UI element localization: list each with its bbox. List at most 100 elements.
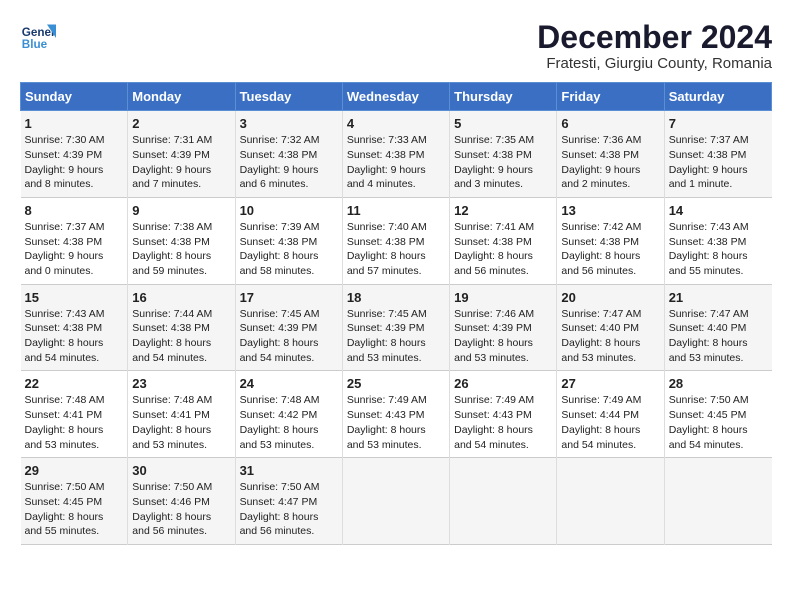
day-info: Sunrise: 7:45 AMSunset: 4:39 PMDaylight:… bbox=[240, 307, 338, 366]
calendar-cell bbox=[664, 458, 771, 545]
week-row-4: 22 Sunrise: 7:48 AMSunset: 4:41 PMDayligh… bbox=[21, 371, 772, 458]
day-number: 18 bbox=[347, 290, 445, 305]
calendar-cell: 14 Sunrise: 7:43 AMSunset: 4:38 PMDayligh… bbox=[664, 197, 771, 284]
calendar-cell: 25 Sunrise: 7:49 AMSunset: 4:43 PMDayligh… bbox=[342, 371, 449, 458]
day-number: 4 bbox=[347, 116, 445, 131]
week-row-3: 15 Sunrise: 7:43 AMSunset: 4:38 PMDayligh… bbox=[21, 284, 772, 371]
week-row-1: 1Sunrise: 7:30 AMSunset: 4:39 PMDaylight… bbox=[21, 111, 772, 198]
day-number: 28 bbox=[669, 376, 768, 391]
day-number: 21 bbox=[669, 290, 768, 305]
calendar-cell: 30 Sunrise: 7:50 AMSunset: 4:46 PMDayligh… bbox=[128, 458, 235, 545]
day-info: Sunrise: 7:49 AMSunset: 4:43 PMDaylight:… bbox=[347, 393, 445, 452]
calendar-cell: 5 Sunrise: 7:35 AMSunset: 4:38 PMDaylight… bbox=[450, 111, 557, 198]
day-info: Sunrise: 7:48 AMSunset: 4:41 PMDaylight:… bbox=[25, 393, 124, 452]
day-info: Sunrise: 7:30 AMSunset: 4:39 PMDaylight:… bbox=[25, 133, 124, 192]
day-info: Sunrise: 7:46 AMSunset: 4:39 PMDaylight:… bbox=[454, 307, 552, 366]
calendar-cell: 21 Sunrise: 7:47 AMSunset: 4:40 PMDayligh… bbox=[664, 284, 771, 371]
day-info: Sunrise: 7:37 AMSunset: 4:38 PMDaylight:… bbox=[669, 133, 768, 192]
week-row-5: 29 Sunrise: 7:50 AMSunset: 4:45 PMDayligh… bbox=[21, 458, 772, 545]
day-number: 31 bbox=[240, 463, 338, 478]
day-number: 11 bbox=[347, 203, 445, 218]
calendar-cell: 1Sunrise: 7:30 AMSunset: 4:39 PMDaylight… bbox=[21, 111, 128, 198]
day-number: 24 bbox=[240, 376, 338, 391]
day-number: 16 bbox=[132, 290, 230, 305]
calendar-cell: 27 Sunrise: 7:49 AMSunset: 4:44 PMDayligh… bbox=[557, 371, 664, 458]
calendar-cell: 29 Sunrise: 7:50 AMSunset: 4:45 PMDayligh… bbox=[21, 458, 128, 545]
calendar-cell: 13 Sunrise: 7:42 AMSunset: 4:38 PMDayligh… bbox=[557, 197, 664, 284]
day-number: 10 bbox=[240, 203, 338, 218]
day-number: 15 bbox=[25, 290, 124, 305]
day-number: 17 bbox=[240, 290, 338, 305]
calendar-cell: 18 Sunrise: 7:45 AMSunset: 4:39 PMDayligh… bbox=[342, 284, 449, 371]
calendar-cell: 7 Sunrise: 7:37 AMSunset: 4:38 PMDaylight… bbox=[664, 111, 771, 198]
day-number: 5 bbox=[454, 116, 552, 131]
day-number: 13 bbox=[561, 203, 659, 218]
calendar-cell: 2 Sunrise: 7:31 AMSunset: 4:39 PMDaylight… bbox=[128, 111, 235, 198]
day-info: Sunrise: 7:48 AMSunset: 4:41 PMDaylight:… bbox=[132, 393, 230, 452]
weekday-header-sunday: Sunday bbox=[21, 83, 128, 111]
day-number: 2 bbox=[132, 116, 230, 131]
calendar-cell: 17 Sunrise: 7:45 AMSunset: 4:39 PMDayligh… bbox=[235, 284, 342, 371]
calendar-cell bbox=[342, 458, 449, 545]
day-number: 8 bbox=[25, 203, 124, 218]
day-info: Sunrise: 7:49 AMSunset: 4:43 PMDaylight:… bbox=[454, 393, 552, 452]
day-info: Sunrise: 7:43 AMSunset: 4:38 PMDaylight:… bbox=[669, 220, 768, 279]
calendar-cell: 8 Sunrise: 7:37 AMSunset: 4:38 PMDaylight… bbox=[21, 197, 128, 284]
day-info: Sunrise: 7:42 AMSunset: 4:38 PMDaylight:… bbox=[561, 220, 659, 279]
calendar-cell: 20 Sunrise: 7:47 AMSunset: 4:40 PMDayligh… bbox=[557, 284, 664, 371]
weekday-header-wednesday: Wednesday bbox=[342, 83, 449, 111]
calendar-cell: 6Sunrise: 7:36 AMSunset: 4:38 PMDaylight… bbox=[557, 111, 664, 198]
calendar-cell: 4 Sunrise: 7:33 AMSunset: 4:38 PMDaylight… bbox=[342, 111, 449, 198]
day-number: 14 bbox=[669, 203, 768, 218]
weekday-header-thursday: Thursday bbox=[450, 83, 557, 111]
calendar-cell: 9Sunrise: 7:38 AMSunset: 4:38 PMDaylight… bbox=[128, 197, 235, 284]
day-info: Sunrise: 7:45 AMSunset: 4:39 PMDaylight:… bbox=[347, 307, 445, 366]
day-number: 23 bbox=[132, 376, 230, 391]
weekday-header-row: SundayMondayTuesdayWednesdayThursdayFrid… bbox=[21, 83, 772, 111]
day-number: 20 bbox=[561, 290, 659, 305]
day-number: 12 bbox=[454, 203, 552, 218]
weekday-header-monday: Monday bbox=[128, 83, 235, 111]
day-number: 3 bbox=[240, 116, 338, 131]
calendar-cell: 26Sunrise: 7:49 AMSunset: 4:43 PMDayligh… bbox=[450, 371, 557, 458]
day-number: 22 bbox=[25, 376, 124, 391]
day-info: Sunrise: 7:39 AMSunset: 4:38 PMDaylight:… bbox=[240, 220, 338, 279]
day-number: 27 bbox=[561, 376, 659, 391]
weekday-header-friday: Friday bbox=[557, 83, 664, 111]
logo: General Blue bbox=[20, 20, 56, 56]
day-number: 7 bbox=[669, 116, 768, 131]
day-info: Sunrise: 7:35 AMSunset: 4:38 PMDaylight:… bbox=[454, 133, 552, 192]
day-number: 6 bbox=[561, 116, 659, 131]
page-header: General Blue December 2024 Fratesti, Giu… bbox=[20, 20, 772, 72]
day-info: Sunrise: 7:33 AMSunset: 4:38 PMDaylight:… bbox=[347, 133, 445, 192]
calendar-cell: 23 Sunrise: 7:48 AMSunset: 4:41 PMDayligh… bbox=[128, 371, 235, 458]
day-number: 30 bbox=[132, 463, 230, 478]
day-info: Sunrise: 7:43 AMSunset: 4:38 PMDaylight:… bbox=[25, 307, 124, 366]
day-number: 25 bbox=[347, 376, 445, 391]
day-info: Sunrise: 7:47 AMSunset: 4:40 PMDaylight:… bbox=[669, 307, 768, 366]
calendar-cell: 31Sunrise: 7:50 AMSunset: 4:47 PMDayligh… bbox=[235, 458, 342, 545]
weekday-header-tuesday: Tuesday bbox=[235, 83, 342, 111]
calendar-cell: 24Sunrise: 7:48 AMSunset: 4:42 PMDayligh… bbox=[235, 371, 342, 458]
day-info: Sunrise: 7:31 AMSunset: 4:39 PMDaylight:… bbox=[132, 133, 230, 192]
calendar-cell: 28Sunrise: 7:50 AMSunset: 4:45 PMDayligh… bbox=[664, 371, 771, 458]
weekday-header-saturday: Saturday bbox=[664, 83, 771, 111]
day-info: Sunrise: 7:38 AMSunset: 4:38 PMDaylight:… bbox=[132, 220, 230, 279]
day-number: 29 bbox=[25, 463, 124, 478]
calendar-cell: 15 Sunrise: 7:43 AMSunset: 4:38 PMDayligh… bbox=[21, 284, 128, 371]
day-info: Sunrise: 7:41 AMSunset: 4:38 PMDaylight:… bbox=[454, 220, 552, 279]
day-info: Sunrise: 7:37 AMSunset: 4:38 PMDaylight:… bbox=[25, 220, 124, 279]
subtitle: Fratesti, Giurgiu County, Romania bbox=[537, 55, 772, 72]
calendar-cell: 12 Sunrise: 7:41 AMSunset: 4:38 PMDayligh… bbox=[450, 197, 557, 284]
calendar-cell: 3Sunrise: 7:32 AMSunset: 4:38 PMDaylight… bbox=[235, 111, 342, 198]
logo-icon: General Blue bbox=[20, 20, 56, 56]
svg-text:Blue: Blue bbox=[22, 38, 48, 51]
title-block: December 2024 Fratesti, Giurgiu County, … bbox=[537, 20, 772, 72]
day-number: 19 bbox=[454, 290, 552, 305]
day-info: Sunrise: 7:50 AMSunset: 4:45 PMDaylight:… bbox=[25, 480, 124, 539]
day-info: Sunrise: 7:49 AMSunset: 4:44 PMDaylight:… bbox=[561, 393, 659, 452]
calendar-cell: 10 Sunrise: 7:39 AMSunset: 4:38 PMDayligh… bbox=[235, 197, 342, 284]
calendar-cell bbox=[450, 458, 557, 545]
day-info: Sunrise: 7:47 AMSunset: 4:40 PMDaylight:… bbox=[561, 307, 659, 366]
day-info: Sunrise: 7:50 AMSunset: 4:46 PMDaylight:… bbox=[132, 480, 230, 539]
